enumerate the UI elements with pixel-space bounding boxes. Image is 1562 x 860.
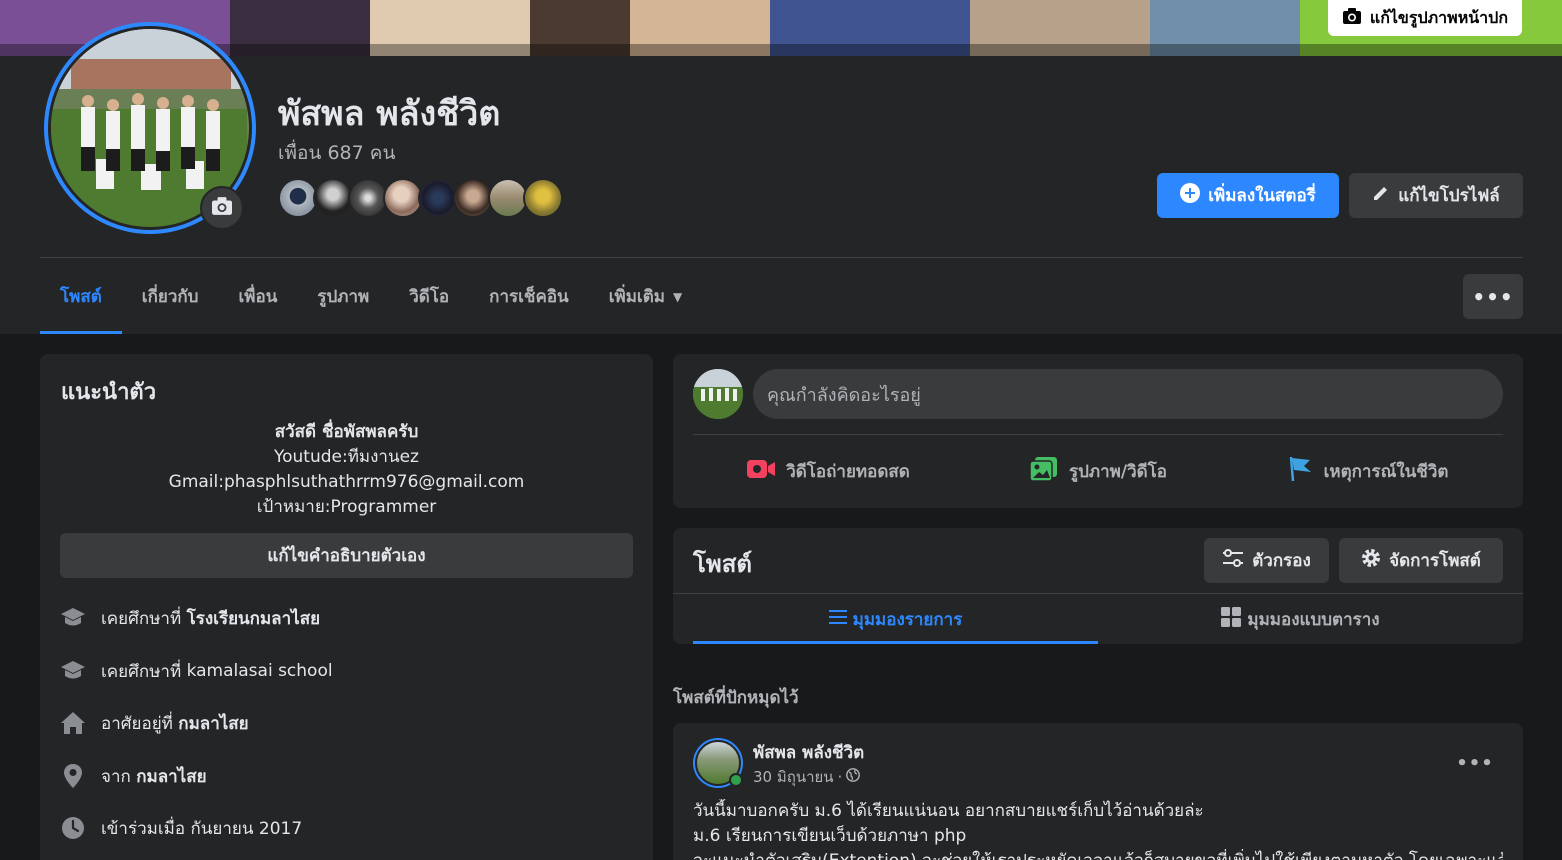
live-video-button[interactable]: วิดีโอถ่ายทอดสด bbox=[693, 446, 963, 496]
edit-bio-button[interactable]: แก้ไขคำอธิบายตัวเอง bbox=[60, 533, 633, 578]
photo-video-icon bbox=[1029, 456, 1059, 487]
life-event-button[interactable]: เหตุการณ์ในชีวิต bbox=[1233, 446, 1503, 496]
profile-tabs: โพสต์ เกี่ยวกับ เพื่อน รูปภาพ วิดีโอ การ… bbox=[40, 259, 702, 334]
graduation-cap-icon bbox=[60, 658, 86, 684]
edit-profile-button[interactable]: แก้ไขโปรไฟล์ bbox=[1349, 173, 1523, 218]
header-divider bbox=[40, 257, 1523, 258]
post-body: วันนี้มาบอกครับ ม.6 ได้เรียนแน่นอน อยากส… bbox=[693, 801, 1503, 860]
sliders-icon bbox=[1222, 549, 1244, 572]
friend-avatar[interactable] bbox=[523, 178, 563, 218]
friend-avatar[interactable] bbox=[313, 178, 353, 218]
edit-cover-button[interactable]: แก้ไขรูปภาพหน้าปก bbox=[1327, 0, 1522, 36]
pencil-icon bbox=[1372, 184, 1390, 207]
intro-item-education: เคยศึกษาที่ kamalasai school bbox=[60, 656, 333, 686]
ellipsis-icon: ••• bbox=[1456, 752, 1494, 774]
graduation-cap-icon bbox=[60, 605, 86, 631]
live-video-icon bbox=[746, 457, 776, 486]
tab-checkins[interactable]: การเช็คอิน bbox=[469, 259, 589, 334]
filters-button[interactable]: ตัวกรอง bbox=[1204, 538, 1329, 583]
manage-posts-button[interactable]: จัดการโพสต์ bbox=[1339, 538, 1503, 583]
camera-icon bbox=[1342, 7, 1362, 29]
friends-count[interactable]: เพื่อน 687 คน bbox=[278, 138, 395, 168]
composer-actions: วิดีโอถ่ายทอดสด รูปภาพ/วิดีโอ เหตุการณ์ใ… bbox=[693, 446, 1503, 496]
home-icon bbox=[60, 710, 86, 736]
intro-card: แนะนำตัว สวัสดี ชื่อพัสพลครับ Youtude:ที… bbox=[40, 354, 653, 860]
add-to-story-label: เพิ่มลงในสตอรี่ bbox=[1208, 186, 1316, 206]
intro-item-lives-in: อาศัยอยู่ที่ กมลาไสย bbox=[60, 708, 249, 738]
tab-friends[interactable]: เพื่อน bbox=[218, 259, 297, 334]
online-status-dot bbox=[729, 773, 743, 787]
friend-avatar[interactable] bbox=[348, 178, 388, 218]
cover-photo[interactable]: แก้ไขรูปภาพหน้าปก bbox=[0, 0, 1562, 56]
tab-more[interactable]: เพิ่มเติม ▼ bbox=[589, 259, 703, 334]
more-options-button[interactable]: ••• bbox=[1463, 274, 1523, 319]
plus-circle-icon bbox=[1180, 183, 1201, 208]
update-avatar-camera-button[interactable] bbox=[200, 186, 244, 230]
add-to-story-button[interactable]: เพิ่มลงในสตอรี่ bbox=[1157, 173, 1339, 218]
bio-text: สวัสดี ชื่อพัสพลครับ Youtude:ทีมงานez Gm… bbox=[168, 422, 525, 517]
grid-icon bbox=[1221, 606, 1242, 632]
pinned-post: พัสพล พลังชีวิต 30 มิถุนายน · ••• วันนี้… bbox=[673, 723, 1523, 860]
globe-icon[interactable] bbox=[846, 768, 861, 786]
intro-item-joined: เข้าร่วมเมื่อ กันยายน 2017 bbox=[60, 813, 302, 843]
edit-profile-label: แก้ไขโปรไฟล์ bbox=[1398, 186, 1500, 206]
post-meta: 30 มิถุนายน · bbox=[753, 765, 861, 789]
post-date[interactable]: 30 มิถุนายน bbox=[753, 765, 834, 789]
profile-name: พัสพล พลังชีวิต bbox=[278, 94, 501, 134]
friend-avatar[interactable] bbox=[383, 178, 423, 218]
gear-icon bbox=[1361, 548, 1381, 573]
intro-item-education: เคยศึกษาที่ โรงเรียนกมลาไสย bbox=[60, 603, 320, 633]
list-view-tab[interactable]: มุมมองรายการ bbox=[693, 594, 1098, 644]
posts-view-tabs: มุมมองรายการ มุมมองแบบตาราง bbox=[693, 594, 1503, 644]
whats-on-your-mind-input[interactable]: คุณกำลังคิดอะไรอยู่ bbox=[753, 369, 1503, 419]
composer-avatar[interactable] bbox=[693, 369, 743, 419]
location-pin-icon bbox=[60, 763, 86, 789]
posts-title: โพสต์ bbox=[693, 550, 752, 578]
clock-icon bbox=[60, 815, 86, 841]
grid-view-tab[interactable]: มุมมองแบบตาราง bbox=[1098, 594, 1503, 644]
posts-header-card: โพสต์ ตัวกรอง จัดการโพสต์ มุมมองรายการ ม… bbox=[673, 528, 1523, 644]
tab-videos[interactable]: วิดีโอ bbox=[389, 259, 469, 334]
camera-icon bbox=[210, 196, 234, 220]
tab-about[interactable]: เกี่ยวกับ bbox=[122, 259, 219, 334]
friend-avatar[interactable] bbox=[418, 178, 458, 218]
post-author-name[interactable]: พัสพล พลังชีวิต bbox=[753, 739, 864, 766]
intro-title: แนะนำตัว bbox=[61, 380, 157, 405]
post-composer: คุณกำลังคิดอะไรอยู่ วิดีโอถ่ายทอดสด รูปภ… bbox=[673, 354, 1523, 508]
friend-avatar[interactable] bbox=[453, 178, 493, 218]
edit-cover-label: แก้ไขรูปภาพหน้าปก bbox=[1369, 7, 1508, 27]
friend-avatar[interactable] bbox=[488, 178, 528, 218]
composer-divider bbox=[693, 434, 1503, 435]
tab-photos[interactable]: รูปภาพ bbox=[297, 259, 389, 334]
caret-down-icon: ▼ bbox=[672, 289, 683, 304]
pinned-posts-label: โพสต์ที่ปักหมุดไว้ bbox=[673, 688, 799, 708]
life-event-flag-icon bbox=[1288, 456, 1314, 487]
profile-header: พัสพล พลังชีวิต เพื่อน 687 คน เพิ่มลงในส… bbox=[0, 22, 1562, 334]
intro-item-from: จาก กมลาไสย bbox=[60, 761, 207, 791]
photo-video-button[interactable]: รูปภาพ/วิดีโอ bbox=[963, 446, 1233, 496]
post-options-button[interactable]: ••• bbox=[1456, 745, 1494, 781]
ellipsis-icon: ••• bbox=[1472, 284, 1514, 309]
tab-posts[interactable]: โพสต์ bbox=[40, 259, 122, 334]
friend-avatar[interactable] bbox=[278, 178, 318, 218]
list-icon bbox=[828, 609, 847, 630]
